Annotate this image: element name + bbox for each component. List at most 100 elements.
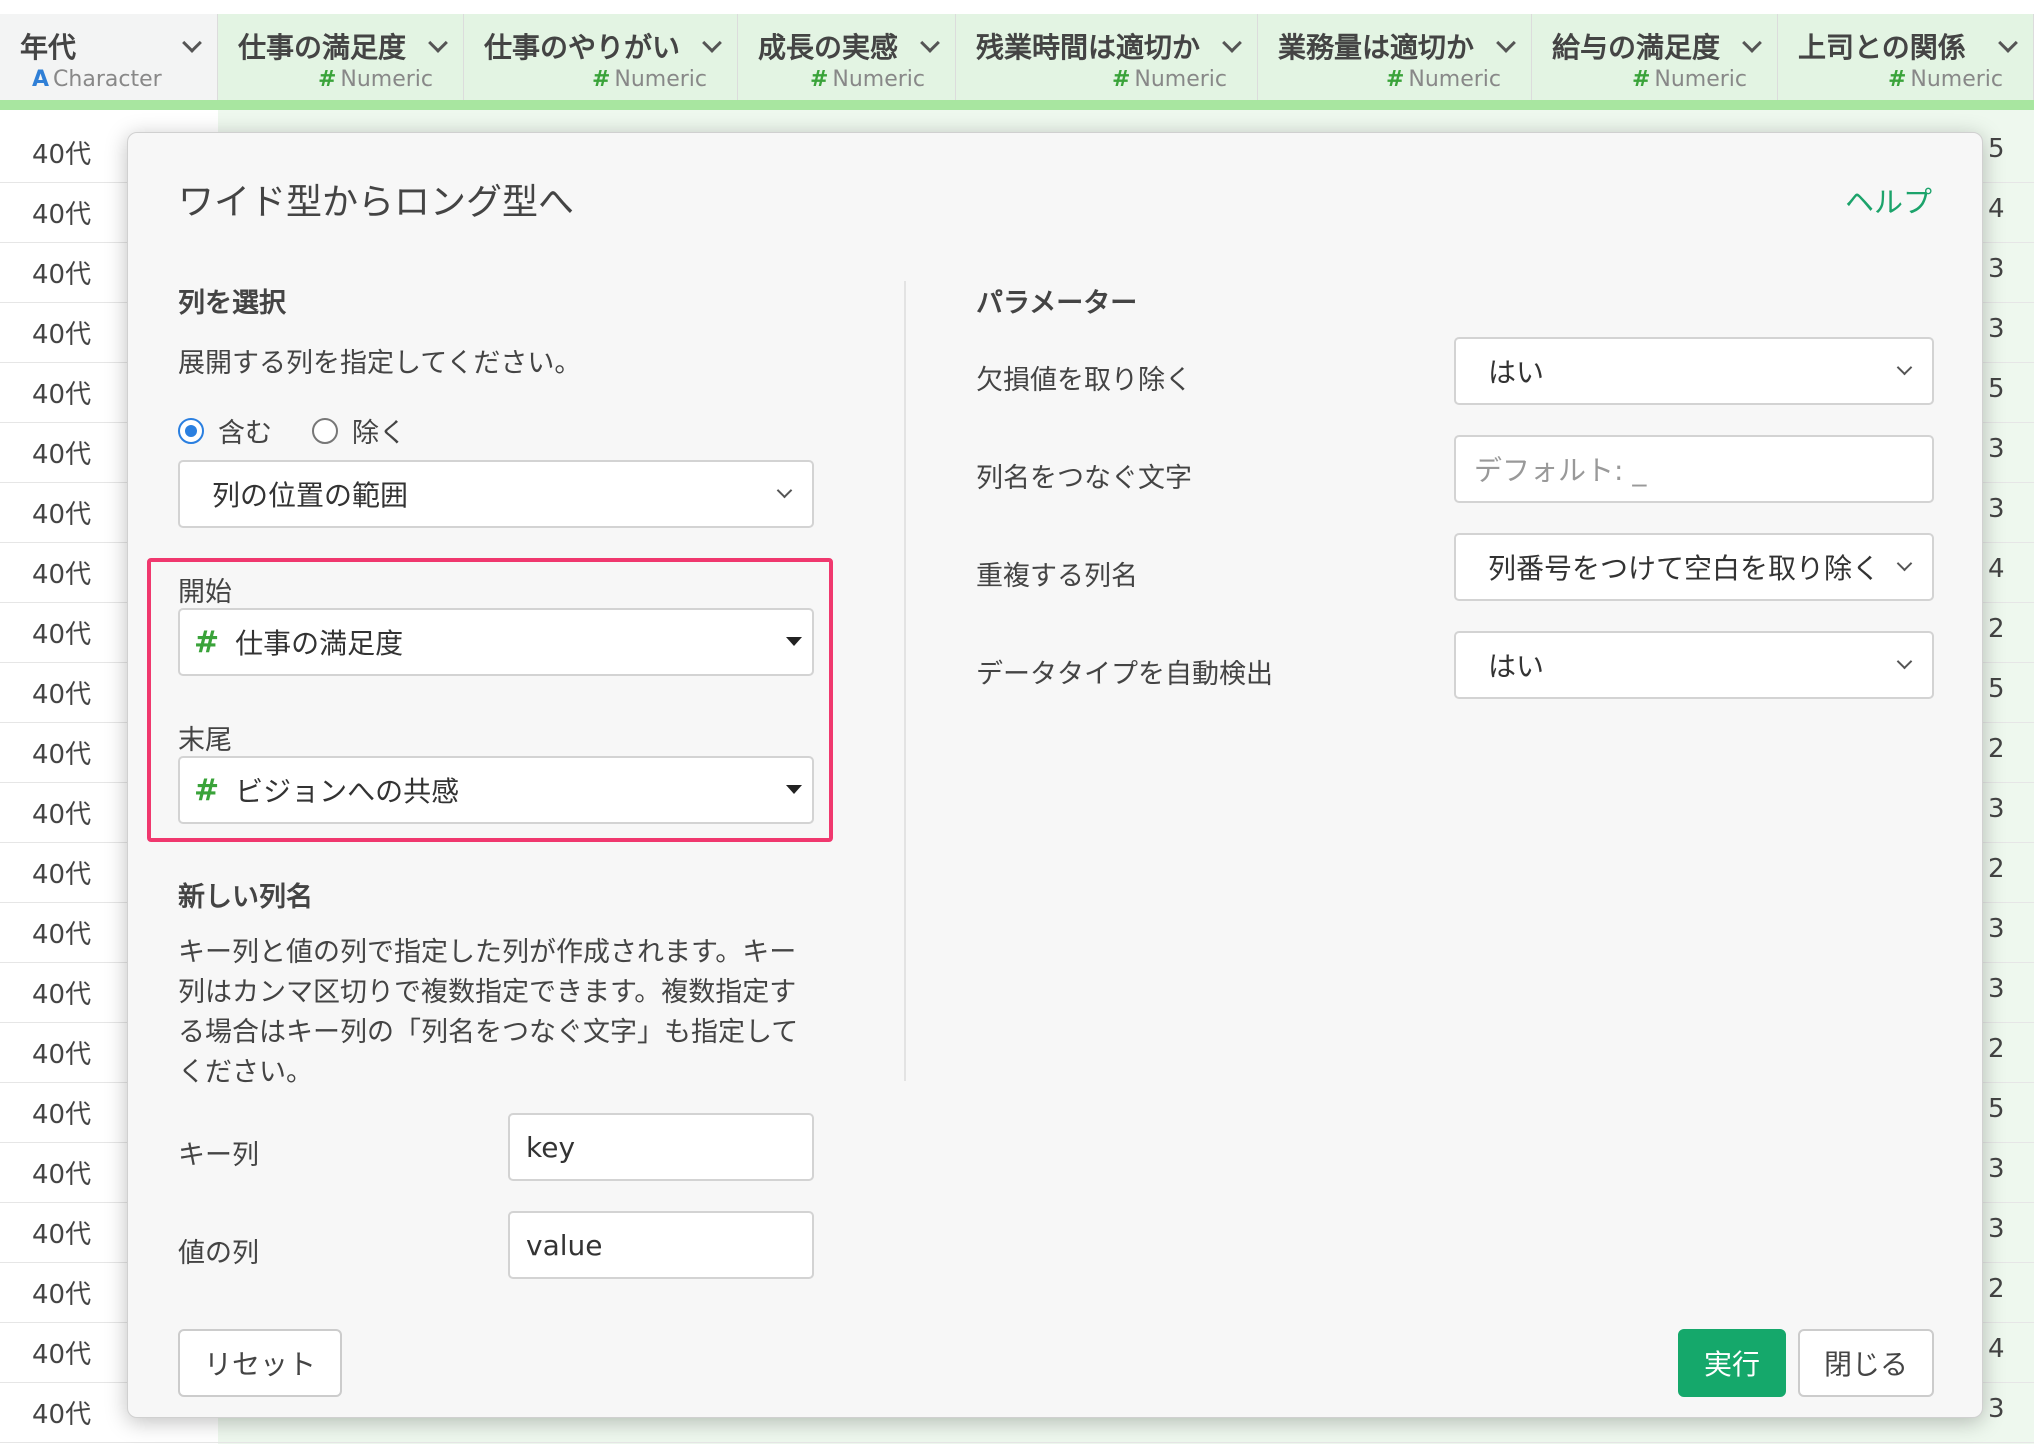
- table-cell-age[interactable]: 40代: [32, 1214, 91, 1251]
- column-header[interactable]: 成長の実感 # Numeric: [738, 14, 956, 100]
- table-cell-age[interactable]: 40代: [32, 254, 91, 291]
- character-type-icon: A: [32, 67, 50, 92]
- start-column-value: 仕事の満足度: [235, 627, 404, 660]
- column-type-label: # Numeric: [592, 67, 707, 92]
- table-cell-value[interactable]: 2: [1988, 1274, 2005, 1304]
- table-cell-value[interactable]: 4: [1988, 1334, 2005, 1364]
- table-cell-age[interactable]: 40代: [32, 1274, 91, 1311]
- table-cell-age[interactable]: 40代: [32, 914, 91, 951]
- new-column-names-heading: 新しい列名: [178, 882, 313, 913]
- column-header-name: 成長の実感: [758, 31, 899, 64]
- new-column-names-description: キー列と値の列で指定した列が作成されます。キー列はカンマ区切りで複数指定できます…: [178, 937, 799, 1088]
- column-header[interactable]: 仕事のやりがい # Numeric: [464, 14, 738, 100]
- table-cell-value[interactable]: 2: [1988, 734, 2005, 764]
- chevron-down-icon: [1896, 653, 1913, 670]
- table-cell-value[interactable]: 3: [1988, 1394, 2005, 1424]
- numeric-type-icon: #: [194, 624, 220, 660]
- table-cell-value[interactable]: 3: [1988, 794, 2005, 824]
- remove-na-select[interactable]: はい: [1454, 337, 1934, 405]
- table-cell-age[interactable]: 40代: [32, 1154, 91, 1191]
- table-cell-age[interactable]: 40代: [32, 1094, 91, 1131]
- run-button[interactable]: 実行: [1678, 1329, 1786, 1397]
- table-cell-age[interactable]: 40代: [32, 734, 91, 771]
- table-cell-value[interactable]: 4: [1988, 194, 2005, 224]
- include-radio-label: 含む: [218, 418, 272, 449]
- table-cell-value[interactable]: 5: [1988, 674, 2005, 704]
- table-cell-age[interactable]: 40代: [32, 614, 91, 651]
- column-header[interactable]: 仕事の満足度 # Numeric: [218, 14, 464, 100]
- column-type-label: # Numeric: [810, 67, 925, 92]
- table-cell-age[interactable]: 40代: [32, 134, 91, 171]
- column-header[interactable]: 給与の満足度 # Numeric: [1532, 14, 1778, 100]
- start-column-select[interactable]: # 仕事の満足度: [178, 608, 814, 676]
- table-cell-age[interactable]: 40代: [32, 434, 91, 471]
- table-cell-value[interactable]: 3: [1988, 434, 2005, 464]
- help-link[interactable]: ヘルプ: [1845, 179, 1932, 221]
- table-cell-value[interactable]: 3: [1988, 1154, 2005, 1184]
- auto-detect-type-value: はい: [1488, 650, 1545, 683]
- column-header-name: 残業時間は適切か: [976, 31, 1201, 64]
- column-header[interactable]: 残業時間は適切か # Numeric: [956, 14, 1258, 100]
- end-column-select[interactable]: # ビジョンへの共感: [178, 756, 814, 824]
- column-selection-mode-select[interactable]: 列の位置の範囲: [178, 460, 814, 528]
- column-header-name: 業務量は適切か: [1278, 31, 1475, 64]
- table-cell-value[interactable]: 3: [1988, 974, 2005, 1004]
- remove-na-label: 欠損値を取り除く: [976, 365, 1192, 396]
- table-cell-value[interactable]: 2: [1988, 614, 2005, 644]
- chevron-down-icon: [776, 482, 793, 499]
- column-type-name: Numeric: [1910, 67, 2003, 92]
- key-column-input[interactable]: key: [508, 1113, 814, 1181]
- value-column-input[interactable]: value: [508, 1211, 814, 1279]
- table-cell-value[interactable]: 3: [1988, 314, 2005, 344]
- exclude-radio[interactable]: [312, 417, 338, 444]
- table-cell-value[interactable]: 3: [1988, 1214, 2005, 1244]
- auto-detect-type-select[interactable]: はい: [1454, 631, 1934, 699]
- table-cell-age[interactable]: 40代: [32, 374, 91, 411]
- column-header[interactable]: 業務量は適切か # Numeric: [1258, 14, 1532, 100]
- column-selection-mode-value: 列の位置の範囲: [212, 479, 409, 512]
- table-cell-value[interactable]: 3: [1988, 254, 2005, 284]
- include-radio[interactable]: [178, 417, 204, 444]
- select-columns-description: 展開する列を指定してください。: [178, 348, 582, 379]
- column-header[interactable]: 年代 A Character: [0, 14, 218, 100]
- table-cell-age[interactable]: 40代: [32, 494, 91, 531]
- start-label: 開始: [178, 577, 232, 608]
- section-divider: [904, 281, 906, 1081]
- duplicate-name-select[interactable]: 列番号をつけて空白を取り除く: [1454, 533, 1934, 601]
- table-cell-value[interactable]: 2: [1988, 1034, 2005, 1064]
- reset-button[interactable]: リセット: [178, 1329, 342, 1397]
- table-cell-age[interactable]: 40代: [32, 1394, 91, 1431]
- table-cell-value[interactable]: 5: [1988, 374, 2005, 404]
- chevron-down-icon: [1896, 359, 1913, 376]
- duplicate-name-label: 重複する列名: [976, 561, 1138, 592]
- table-cell-value[interactable]: 3: [1988, 494, 2005, 524]
- table-cell-value[interactable]: 3: [1988, 914, 2005, 944]
- numeric-type-icon: #: [809, 67, 829, 92]
- caret-down-icon: [786, 637, 802, 646]
- table-cell-value[interactable]: 2: [1988, 854, 2005, 884]
- column-header[interactable]: 上司との関係 # Numeric: [1778, 14, 2034, 100]
- column-type-label: # Numeric: [318, 67, 433, 92]
- table-cell-age[interactable]: 40代: [32, 554, 91, 591]
- key-column-label: キー列: [178, 1140, 259, 1171]
- table-cell-age[interactable]: 40代: [32, 854, 91, 891]
- table-cell-age[interactable]: 40代: [32, 314, 91, 351]
- table-cell-age[interactable]: 40代: [32, 1034, 91, 1071]
- table-cell-value[interactable]: 5: [1988, 1094, 2005, 1124]
- key-column-value: key: [526, 1130, 576, 1164]
- separator-label: 列名をつなぐ文字: [976, 463, 1192, 494]
- table-cell-age[interactable]: 40代: [32, 1334, 91, 1371]
- table-cell-age[interactable]: 40代: [32, 194, 91, 231]
- numeric-type-icon: #: [1887, 67, 1907, 92]
- table-cell-value[interactable]: 5: [1988, 134, 2005, 164]
- table-cell-age[interactable]: 40代: [32, 974, 91, 1011]
- end-column-value: ビジョンへの共感: [235, 775, 460, 808]
- close-button[interactable]: 閉じる: [1798, 1329, 1934, 1397]
- separator-input[interactable]: デフォルト: _: [1454, 435, 1934, 503]
- column-type-name: Numeric: [340, 67, 433, 92]
- wide-to-long-dialog: ワイド型からロング型へ ヘルプ 列を選択 展開する列を指定してください。 含む …: [127, 132, 1983, 1418]
- table-cell-age[interactable]: 40代: [32, 794, 91, 831]
- table-cell-age[interactable]: 40代: [32, 674, 91, 711]
- table-cell-value[interactable]: 4: [1988, 554, 2005, 584]
- numeric-type-icon: #: [1631, 67, 1651, 92]
